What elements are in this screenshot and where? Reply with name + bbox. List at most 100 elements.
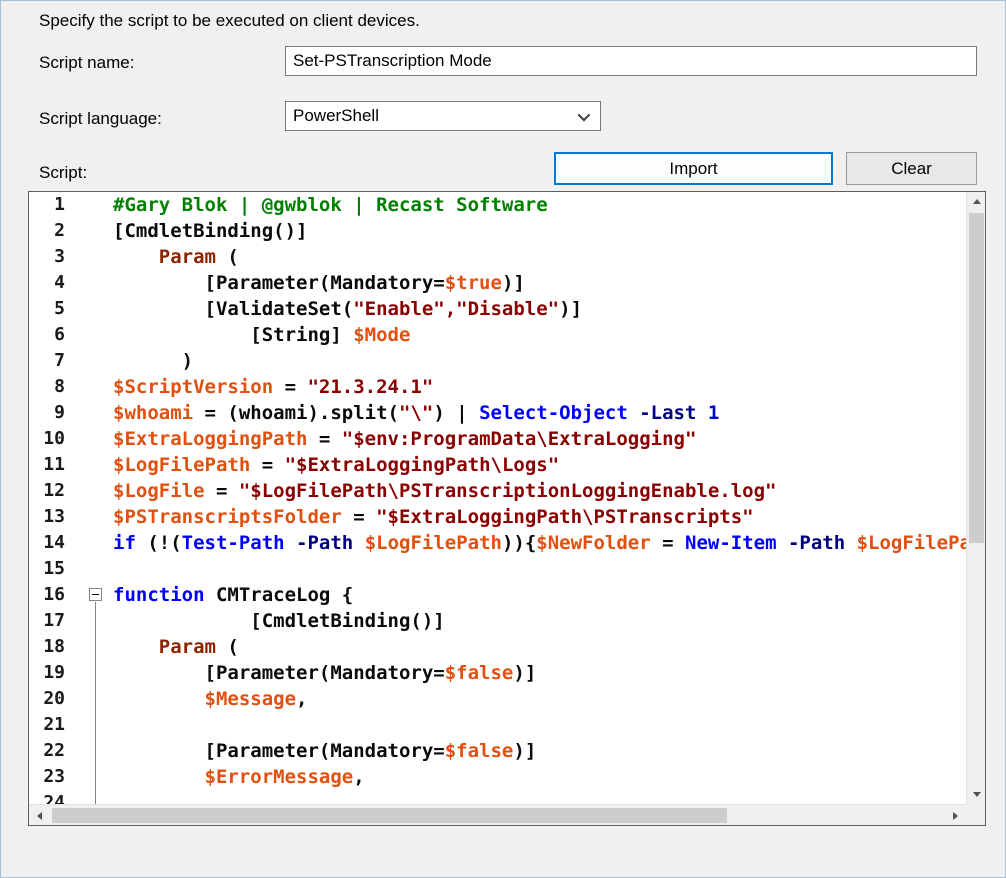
line-number: 23 bbox=[29, 764, 79, 790]
code-text bbox=[113, 712, 966, 738]
line-number: 8 bbox=[29, 374, 79, 400]
code-line: 3 Param ( bbox=[29, 244, 966, 270]
code-text: $ScriptVersion = "21.3.24.1" bbox=[113, 374, 966, 400]
code-text: $ExtraLoggingPath = "$env:ProgramData\Ex… bbox=[113, 426, 966, 452]
line-number: 10 bbox=[29, 426, 79, 452]
script-language-value: PowerShell bbox=[293, 106, 578, 126]
fold-margin bbox=[79, 790, 113, 804]
code-text: function CMTraceLog { bbox=[113, 582, 966, 608]
code-line: 13$PSTranscriptsFolder = "$ExtraLoggingP… bbox=[29, 504, 966, 530]
scroll-down-button[interactable] bbox=[967, 785, 986, 804]
code-text: [CmdletBinding()] bbox=[113, 608, 966, 634]
arrow-left-icon bbox=[37, 812, 42, 820]
code-text: $ErrorMessage, bbox=[113, 764, 966, 790]
code-text: if (!(Test-Path -Path $LogFilePath)){$Ne… bbox=[113, 530, 966, 556]
line-number: 11 bbox=[29, 452, 79, 478]
fold-collapse-icon[interactable] bbox=[89, 588, 102, 601]
fold-margin bbox=[79, 686, 113, 712]
code-text: [String] $Mode bbox=[113, 322, 966, 348]
code-line: 19 [Parameter(Mandatory=$false)] bbox=[29, 660, 966, 686]
code-line: 5 [ValidateSet("Enable","Disable")] bbox=[29, 296, 966, 322]
code-line: 10 $ExtraLoggingPath = "$env:ProgramData\… bbox=[29, 426, 966, 452]
code-line: 20 $Message, bbox=[29, 686, 966, 712]
code-text: Param ( bbox=[113, 244, 966, 270]
code-text: [CmdletBinding()] bbox=[113, 218, 966, 244]
code-line: 1#Gary Blok | @gwblok | Recast Software bbox=[29, 192, 966, 218]
line-number: 6 bbox=[29, 322, 79, 348]
arrow-right-icon bbox=[953, 812, 958, 820]
line-number: 5 bbox=[29, 296, 79, 322]
code-text: [Parameter(Mandatory=$false)] bbox=[113, 738, 966, 764]
scroll-left-button[interactable] bbox=[29, 805, 50, 826]
scrollbar-corner bbox=[966, 804, 985, 825]
line-number: 13 bbox=[29, 504, 79, 530]
code-text: [ValidateSet("Enable","Disable")] bbox=[113, 296, 966, 322]
fold-margin[interactable] bbox=[79, 582, 113, 608]
fold-margin bbox=[79, 244, 113, 270]
code-text: $LogFilePath = "$ExtraLoggingPath\Logs" bbox=[113, 452, 966, 478]
fold-margin bbox=[79, 322, 113, 348]
fold-margin bbox=[79, 296, 113, 322]
code-line: 9$whoami = (whoami).split("\") | Select-… bbox=[29, 400, 966, 426]
fold-margin bbox=[79, 504, 113, 530]
script-label: Script: bbox=[39, 163, 87, 183]
line-number: 17 bbox=[29, 608, 79, 634]
code-line: 2 [CmdletBinding()] bbox=[29, 218, 966, 244]
script-language-label: Script language: bbox=[39, 109, 162, 129]
fold-margin bbox=[79, 452, 113, 478]
code-text: ) bbox=[113, 348, 966, 374]
line-number: 9 bbox=[29, 400, 79, 426]
clear-button[interactable]: Clear bbox=[846, 152, 977, 185]
script-name-input[interactable] bbox=[285, 46, 977, 76]
code-lines[interactable]: 1#Gary Blok | @gwblok | Recast Software2… bbox=[29, 192, 966, 804]
line-number: 15 bbox=[29, 556, 79, 582]
line-number: 12 bbox=[29, 478, 79, 504]
code-text: $Message, bbox=[113, 686, 966, 712]
fold-margin bbox=[79, 400, 113, 426]
line-number: 2 bbox=[29, 218, 79, 244]
fold-margin bbox=[79, 634, 113, 660]
fold-margin bbox=[79, 556, 113, 582]
line-number: 4 bbox=[29, 270, 79, 296]
line-number: 14 bbox=[29, 530, 79, 556]
code-line: 14 if (!(Test-Path -Path $LogFilePath)){$… bbox=[29, 530, 966, 556]
fold-margin bbox=[79, 374, 113, 400]
horizontal-scrollbar[interactable] bbox=[29, 804, 966, 825]
code-line: 21 bbox=[29, 712, 966, 738]
code-line: 7 ) bbox=[29, 348, 966, 374]
fold-margin bbox=[79, 608, 113, 634]
code-line: 4 [Parameter(Mandatory=$true)] bbox=[29, 270, 966, 296]
fold-margin bbox=[79, 712, 113, 738]
code-line: 8 $ScriptVersion = "21.3.24.1" bbox=[29, 374, 966, 400]
code-text: [Parameter(Mandatory=$true)] bbox=[113, 270, 966, 296]
line-number: 16 bbox=[29, 582, 79, 608]
code-line: 6 [String] $Mode bbox=[29, 322, 966, 348]
script-editor[interactable]: 1#Gary Blok | @gwblok | Recast Software2… bbox=[28, 191, 986, 826]
code-line: 24 bbox=[29, 790, 966, 804]
line-number: 24 bbox=[29, 790, 79, 804]
code-line: 11 $LogFilePath = "$ExtraLoggingPath\Logs… bbox=[29, 452, 966, 478]
vertical-scrollbar[interactable] bbox=[966, 192, 985, 804]
line-number: 21 bbox=[29, 712, 79, 738]
vertical-scrollbar-thumb[interactable] bbox=[969, 213, 984, 543]
scroll-right-button[interactable] bbox=[945, 805, 966, 826]
scroll-up-button[interactable] bbox=[967, 192, 986, 211]
script-language-select[interactable]: PowerShell bbox=[285, 101, 601, 131]
import-button[interactable]: Import bbox=[554, 152, 833, 185]
fold-margin bbox=[79, 764, 113, 790]
create-script-dialog: Specify the script to be executed on cli… bbox=[0, 0, 1006, 878]
code-line: 17 [CmdletBinding()] bbox=[29, 608, 966, 634]
code-text: [Parameter(Mandatory=$false)] bbox=[113, 660, 966, 686]
code-line: 22 [Parameter(Mandatory=$false)] bbox=[29, 738, 966, 764]
fold-margin bbox=[79, 660, 113, 686]
code-line: 12 $LogFile = "$LogFilePath\PSTranscripti… bbox=[29, 478, 966, 504]
code-text: $LogFile = "$LogFilePath\PSTranscription… bbox=[113, 478, 966, 504]
code-line: 15 bbox=[29, 556, 966, 582]
line-number: 7 bbox=[29, 348, 79, 374]
fold-margin bbox=[79, 530, 113, 556]
fold-margin bbox=[79, 478, 113, 504]
code-text bbox=[113, 556, 966, 582]
horizontal-scrollbar-thumb[interactable] bbox=[52, 808, 727, 823]
arrow-up-icon bbox=[973, 199, 981, 204]
code-line: 16 function CMTraceLog { bbox=[29, 582, 966, 608]
